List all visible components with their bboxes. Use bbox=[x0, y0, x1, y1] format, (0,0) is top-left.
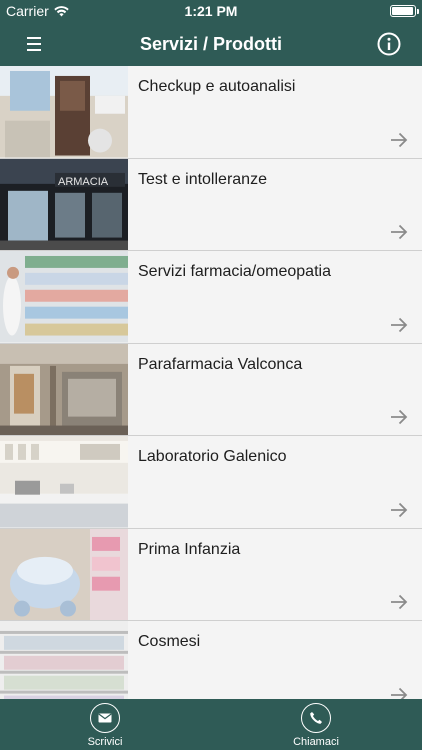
baby-products-photo bbox=[0, 528, 128, 620]
status-bar: Carrier 1:21 PM bbox=[0, 0, 422, 22]
list-item-label: Servizi farmacia/omeopatia bbox=[138, 263, 331, 280]
list-item-label: Checkup e autoanalisi bbox=[138, 78, 296, 95]
write-us-button[interactable]: Scrivici bbox=[65, 703, 145, 748]
pharmacy-shelves-photo bbox=[0, 251, 128, 343]
arrow-right-icon bbox=[391, 502, 408, 517]
list-item-test[interactable]: ARMACIA Test e intolleranze bbox=[0, 158, 422, 251]
envelope-icon bbox=[90, 703, 120, 733]
write-us-label: Scrivici bbox=[87, 736, 123, 748]
phone-icon bbox=[301, 703, 331, 733]
svg-text:ARMACIA: ARMACIA bbox=[58, 175, 109, 187]
checkup-photo bbox=[0, 66, 128, 158]
call-us-button[interactable]: Chiamaci bbox=[276, 703, 356, 748]
list-item-prima-infanzia[interactable]: Prima Infanzia bbox=[0, 528, 422, 621]
navigation-bar: Servizi / Prodotti bbox=[0, 22, 422, 66]
info-icon[interactable] bbox=[376, 31, 402, 57]
list-item-cosmesi[interactable]: Cosmesi bbox=[0, 621, 422, 699]
list-item-checkup[interactable]: Checkup e autoanalisi bbox=[0, 66, 422, 159]
pharmacy-storefront-photo: ARMACIA bbox=[0, 158, 128, 250]
services-list: Checkup e autoanalisi ARMACIA Test e int… bbox=[0, 66, 422, 699]
cosmetics-shelves-photo bbox=[0, 621, 128, 699]
list-item-parafarmacia[interactable]: Parafarmacia Valconca bbox=[0, 343, 422, 436]
list-item-label: Laboratorio Galenico bbox=[138, 448, 287, 465]
list-item-label: Parafarmacia Valconca bbox=[138, 355, 303, 373]
list-item-servizi[interactable]: Servizi farmacia/omeopatia bbox=[0, 251, 422, 344]
arrow-right-icon bbox=[391, 687, 408, 699]
page-title: Servizi / Prodotti bbox=[139, 34, 283, 54]
bottom-tab-bar: Scrivici Chiamaci bbox=[0, 699, 422, 750]
status-time: 1:21 PM bbox=[184, 3, 238, 19]
list-item-laboratorio[interactable]: Laboratorio Galenico bbox=[0, 436, 422, 529]
parafarmacia-storefront-photo bbox=[0, 343, 128, 435]
arrow-right-icon bbox=[391, 132, 408, 147]
arrow-right-icon bbox=[391, 594, 408, 610]
battery-icon bbox=[390, 5, 419, 17]
battery-level bbox=[392, 7, 413, 15]
arrow-right-icon bbox=[391, 317, 408, 332]
laboratory-photo bbox=[0, 436, 128, 528]
arrow-right-icon bbox=[391, 409, 408, 425]
call-us-label: Chiamaci bbox=[293, 736, 339, 748]
list-item-label: Prima Infanzia bbox=[138, 540, 241, 558]
list-item-label: Test e intolleranze bbox=[138, 170, 267, 188]
arrow-right-icon bbox=[391, 224, 408, 240]
list-item-label: Cosmesi bbox=[138, 633, 201, 650]
